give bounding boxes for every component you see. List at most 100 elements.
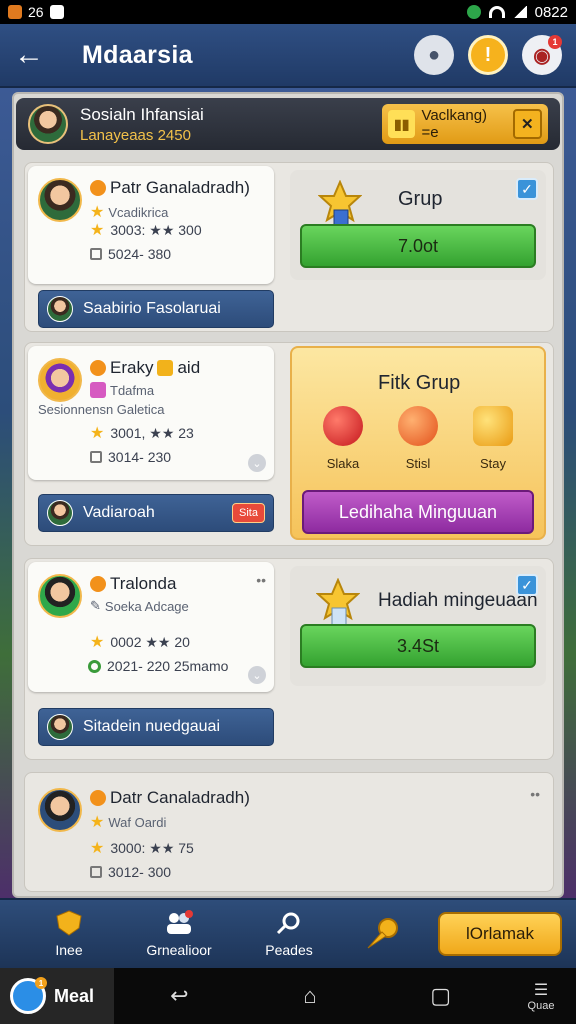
more-icon[interactable]: •• (256, 572, 266, 588)
fruit-item[interactable]: Slaka (308, 406, 378, 471)
emoji-icon (90, 576, 106, 592)
page-title: Mdaarsia (82, 40, 193, 69)
bottom-nav: Inee Grnealioor Peades lOrlamak (0, 898, 576, 968)
battery-level: 0822 (534, 3, 568, 21)
player-subtitle: Vcadikrica (108, 204, 169, 220)
player-name-bar[interactable]: Vadiaroah Sita (38, 494, 274, 532)
reward-title: Fitk Grup (378, 372, 461, 394)
star-icon: ★ (90, 425, 105, 442)
player-stat: 3001, ★★ 23 (110, 424, 194, 441)
fruit-label: Slaka (326, 456, 360, 471)
voucher-label: Vaclkang) =e (421, 107, 488, 141)
player-name-bar[interactable]: Saabirio Fasolaruai (38, 290, 274, 328)
menu-icon: ☰ (533, 982, 549, 999)
more-icon[interactable]: •• (530, 786, 540, 802)
player-subtitle: Waf Oardi (108, 814, 167, 830)
back-nav-icon[interactable]: ↩ (114, 983, 245, 1009)
player-subtitle: Soeka Adcage (104, 598, 189, 614)
trophy-icon (316, 578, 360, 627)
nav-label: Peades (265, 942, 313, 958)
player-name: Tralonda (110, 574, 177, 593)
avatar (38, 788, 82, 832)
chevron-down-icon[interactable]: ⌄ (248, 666, 266, 684)
profile-icon[interactable]: ● (414, 35, 454, 75)
notification-icon (8, 5, 22, 19)
search-icon (276, 912, 300, 935)
app-header: ← Mdaarsia ● ! ◉ 1 (0, 24, 576, 88)
profile-subtitle: Lanayeaas 2450 (80, 126, 191, 144)
avatar (47, 296, 73, 322)
player-card[interactable]: •• Tralonda ✎ Soeka Adcage ★ 0002 ★★ 20 20… (28, 562, 274, 692)
system-nav: Meal ↩ ⌂ ▢ ☰ Quae (0, 968, 576, 1024)
coin-icon[interactable]: ! (468, 35, 508, 75)
reward-claim-button[interactable]: 7.0ot (300, 224, 536, 268)
app-switcher-chip[interactable]: Meal (0, 968, 114, 1024)
recents-nav-icon[interactable]: ▢ (375, 983, 506, 1009)
avatar (38, 178, 82, 222)
player-stat: 3014- 230 (108, 449, 172, 465)
reward-title: Hadiah mingeuaan (378, 590, 538, 611)
group-icon (167, 910, 193, 934)
player-stat: 0002 ★★ 20 (110, 633, 190, 650)
player-stat: 3000: ★★ 75 (110, 839, 194, 856)
calendar-icon (90, 866, 102, 878)
cta-button[interactable]: lOrlamak (438, 912, 562, 956)
weekly-reward-button[interactable]: Ledihaha Minguuan (302, 490, 534, 534)
reward-card-hadiah: Hadiah mingeuaan ✓ 3.4St (290, 566, 546, 686)
player-name: Datr Canaladradh) (110, 788, 250, 807)
player-name: Patr Ganaladradh) (110, 178, 250, 197)
avatar (28, 104, 68, 144)
player-name-suffix: aid (177, 358, 201, 377)
reward-card-fitk-grup: Fitk Grup Slaka Stisl Stay Ledihaha Ming… (290, 346, 546, 540)
player-stat: 3003: ★★ 300 (110, 221, 202, 238)
nav-label: Inee (55, 942, 83, 958)
avatar (38, 574, 82, 618)
fruit-item[interactable]: Stay (458, 406, 528, 471)
app-status-icon (466, 5, 481, 19)
player-card[interactable]: •• Datr Canaladradh) ★ Waf Oardi ★ 3000: ★… (28, 776, 548, 888)
status-time: 26 (28, 4, 44, 20)
player-stat: 2021- 220 25mamo (107, 658, 229, 674)
profile-header: Sosialn Ihfansiai Lanayeaas 2450 ▮▮ Vacl… (16, 98, 560, 150)
gamepad-icon[interactable]: ◉ 1 (522, 35, 562, 75)
name-bar-label: Vadiaroah (83, 504, 155, 521)
gamepad-badge: 1 (548, 35, 562, 49)
emoji-icon (90, 360, 106, 376)
menu-label: Quae (527, 1000, 555, 1012)
avatar (47, 500, 73, 526)
nav-item-home[interactable]: Inee (14, 910, 124, 958)
nav-label: Grnealioor (146, 942, 212, 958)
wifi-icon (488, 6, 505, 18)
star-icon: ★ (90, 634, 105, 651)
checkbox-checked-icon[interactable]: ✓ (516, 574, 538, 596)
checkbox-checked-icon[interactable]: ✓ (516, 178, 538, 200)
menu-nav[interactable]: ☰ Quae (506, 980, 576, 1012)
nav-item-group[interactable]: Grnealioor (124, 910, 234, 958)
emoji-icon (90, 180, 106, 196)
shield-icon (56, 910, 82, 936)
fruit-label: Stay (479, 456, 506, 471)
player-card[interactable]: Patr Ganaladradh) ★ Vcadikrica ★ 3003: ★★ … (28, 166, 274, 284)
avatar (47, 714, 73, 740)
photo-icon (49, 5, 64, 19)
player-name-bar[interactable]: Sitadein nuedgauai (38, 708, 274, 746)
name-bar-tag: Sita (232, 503, 265, 523)
name-bar-label: Sitadein nuedgauai (83, 718, 221, 735)
player-stat: 3012- 300 (108, 864, 172, 880)
pin-icon[interactable] (362, 914, 402, 954)
player-subtitle-2: Sesionnensn Galetica (38, 402, 165, 417)
fruit-item[interactable]: Stisl (383, 406, 453, 471)
reward-claim-button[interactable]: 3.4St (300, 624, 536, 668)
star-icon: ★ (90, 840, 105, 857)
player-card[interactable]: Eraky aid Tdafma Sesionnensn Galetica ★ 30… (28, 346, 274, 480)
close-icon[interactable]: ✕ (512, 109, 542, 139)
crown-icon (157, 360, 174, 376)
voucher-button[interactable]: ▮▮ Vaclkang) =e ✕ (382, 104, 548, 144)
home-nav-icon[interactable]: ⌂ (245, 983, 376, 1009)
star-icon: ★ (90, 814, 105, 831)
pencil-icon: ✎ (90, 598, 101, 613)
star-icon: ★ (90, 204, 105, 221)
nav-item-search[interactable]: Peades (234, 910, 344, 958)
chevron-down-icon[interactable]: ⌄ (248, 454, 266, 472)
arrow-left-icon[interactable]: ← (14, 38, 58, 72)
